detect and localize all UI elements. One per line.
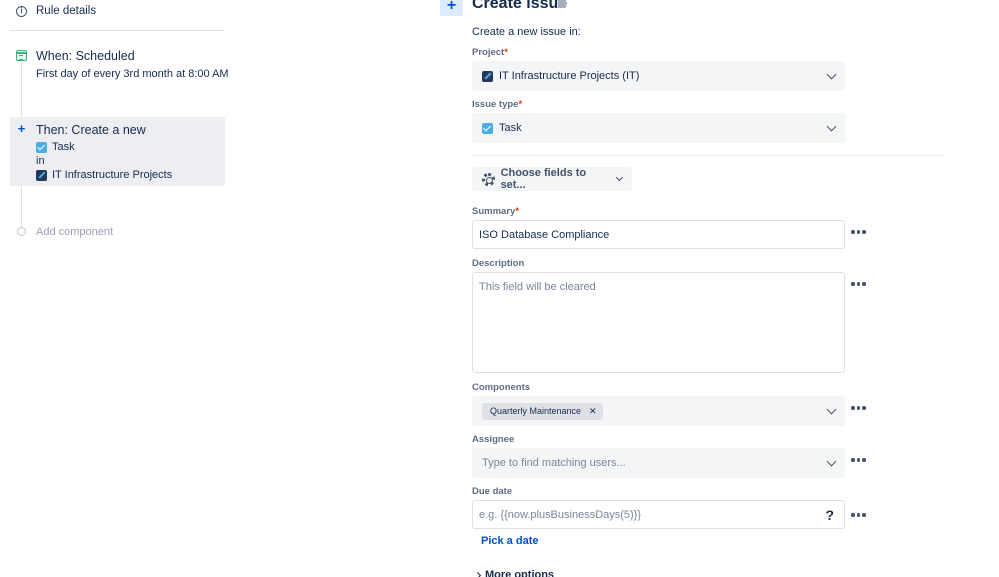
add-component-label: Add component xyxy=(36,226,114,238)
required-marker: * xyxy=(515,206,520,217)
choose-fields-label: Choose fields to set... xyxy=(500,167,587,191)
pick-date-link[interactable]: Pick a date xyxy=(481,535,538,547)
description-more-icon[interactable] xyxy=(851,282,866,286)
due-date-placeholder: e.g. {{now.plusBusinessDays(5)}} xyxy=(479,508,642,521)
action-connector: in xyxy=(36,155,45,167)
summary-label-text: Summary xyxy=(472,206,516,217)
action-issue-type-label: Task xyxy=(52,141,75,153)
issue-type-select[interactable]: Task xyxy=(472,113,845,143)
section-divider xyxy=(472,155,945,156)
task-icon xyxy=(482,122,493,134)
action-project: IT Infrastructure Projects xyxy=(36,169,172,181)
components-more-icon[interactable] xyxy=(851,406,866,410)
project-icon xyxy=(36,169,47,181)
required-marker: * xyxy=(518,99,523,110)
sidebar-divider xyxy=(10,30,225,31)
component-tag-label: Quarterly Maintenance xyxy=(490,406,582,416)
plus-icon: + xyxy=(440,0,463,16)
due-date-label: Due date xyxy=(472,486,513,497)
summary-input-value: ISO Database Compliance xyxy=(479,228,610,241)
gear-icon xyxy=(482,172,495,186)
issue-type-select-value: Task xyxy=(499,122,522,134)
chevron-down-icon xyxy=(826,121,837,131)
chevron-down-icon xyxy=(616,174,624,181)
chevron-down-icon xyxy=(826,69,837,79)
help-icon[interactable]: ? xyxy=(825,507,834,523)
project-icon xyxy=(482,70,493,82)
issue-type-label: Issue type* xyxy=(472,99,522,110)
components-select[interactable]: Quarterly Maintenance ✕ xyxy=(472,396,845,426)
chevron-right-icon xyxy=(473,571,482,577)
trigger-title: When: Scheduled xyxy=(36,49,135,63)
project-label-text: Project xyxy=(472,47,505,58)
create-intro-text: Create a new issue in: xyxy=(472,26,581,38)
trash-icon[interactable] xyxy=(558,0,566,8)
assignee-label: Assignee xyxy=(472,434,515,445)
component-tag: Quarterly Maintenance ✕ xyxy=(482,402,603,420)
issue-type-label-text: Issue type xyxy=(472,99,519,110)
description-placeholder: This field will be cleared xyxy=(479,281,596,293)
page-title: Create issue xyxy=(472,0,568,12)
assignee-select[interactable]: Type to find matching users... xyxy=(472,448,845,478)
project-select[interactable]: IT Infrastructure Projects (IT) xyxy=(472,61,845,91)
due-date-input[interactable]: e.g. {{now.plusBusinessDays(5)}} ? xyxy=(472,500,845,529)
rule-details-label: Rule details xyxy=(36,5,97,17)
assignee-more-icon[interactable] xyxy=(851,458,866,462)
assignee-placeholder: Type to find matching users... xyxy=(482,457,626,469)
trigger-schedule: First day of every 3rd month at 8:00 AM xyxy=(36,68,229,80)
action-project-label: IT Infrastructure Projects xyxy=(52,169,173,181)
close-icon[interactable]: ✕ xyxy=(589,406,597,417)
summary-input[interactable]: ISO Database Compliance xyxy=(472,220,845,249)
action-issue-type: Task xyxy=(36,141,75,153)
components-label: Components xyxy=(472,382,531,393)
project-label: Project* xyxy=(472,47,508,58)
action-connector-label: in xyxy=(36,155,45,167)
add-component-dot-icon xyxy=(17,227,26,236)
choose-fields-button[interactable]: Choose fields to set... xyxy=(472,167,632,191)
more-options-label: More options xyxy=(485,569,555,577)
calendar-icon xyxy=(16,50,27,61)
plus-icon: + xyxy=(17,121,26,136)
description-label: Description xyxy=(472,258,525,269)
due-date-more-icon[interactable] xyxy=(851,513,866,517)
required-marker: * xyxy=(504,47,508,58)
chevron-down-icon xyxy=(826,456,837,466)
chevron-down-icon xyxy=(826,404,837,414)
description-textarea[interactable]: This field will be cleared xyxy=(472,272,845,373)
more-options-toggle[interactable]: More options xyxy=(473,569,555,577)
summary-more-icon[interactable] xyxy=(851,230,866,234)
project-select-value: IT Infrastructure Projects (IT) xyxy=(499,70,640,82)
action-title: Then: Create a new xyxy=(36,123,146,137)
info-icon: i xyxy=(16,5,27,17)
rule-details-link[interactable]: i Rule details xyxy=(16,5,96,17)
summary-label: Summary* xyxy=(472,206,519,217)
task-icon xyxy=(36,141,47,153)
